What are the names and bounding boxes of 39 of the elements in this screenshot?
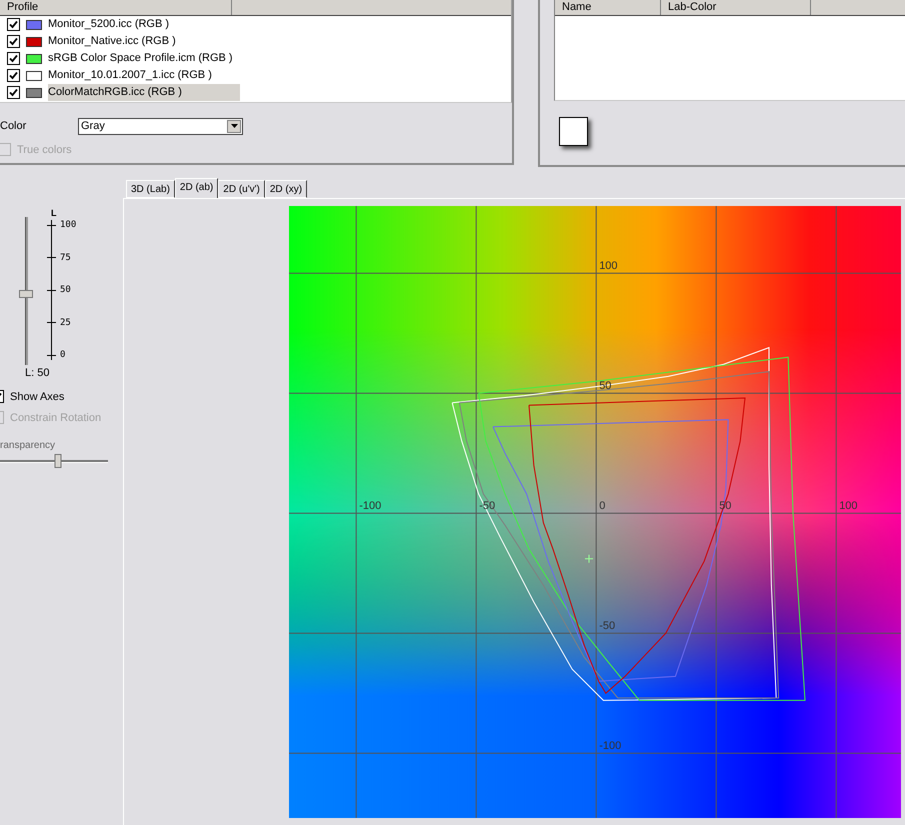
scale-label: 25 [60,318,71,328]
axis-tick-label: 100 [599,260,618,272]
axis-tick-label: 0 [599,500,606,512]
scale-label: 50 [60,285,71,295]
checkbox-label: Show Axes [10,390,64,402]
lightness-reading: L: 50 [25,367,50,379]
profile-name[interactable]: Monitor_Native.icc (RGB ) [48,33,240,50]
checkbox[interactable] [7,18,20,31]
checkbox-label: True colors [17,144,72,156]
transparency-label: ransparency [0,440,56,451]
view-tab[interactable]: 2D (u'v') [218,180,265,198]
color-dropdown[interactable]: Gray [78,118,243,134]
axis-tick-label: 100 [839,500,858,512]
profile-name[interactable]: ColorMatchRGB.icc (RGB ) [48,84,240,101]
checkbox-label: Constrain Rotation [10,412,102,424]
scale-label: 100 [60,220,76,230]
column-header[interactable]: Name [555,0,661,15]
axis-tick-label: -50 [599,620,616,632]
profile-name[interactable]: Monitor_5200.icc (RGB ) [48,16,240,33]
view-tab[interactable]: 2D (xy) [264,180,308,198]
checkbox[interactable] [7,35,20,48]
profile-name[interactable]: sRGB Color Space Profile.icm (RGB ) [48,50,240,67]
column-header[interactable]: Lab-Color [661,0,811,15]
scale-label: 75 [60,252,71,262]
color-preview-swatch[interactable] [559,117,588,146]
axis-tick-label: -100 [359,500,382,512]
slider-thumb[interactable] [54,454,62,468]
lightness-axis-label: L [51,208,58,218]
checkbox[interactable] [7,69,20,82]
axis-tick-label: -100 [599,740,622,752]
view-tab[interactable]: 3D (Lab) [126,180,175,198]
slider-thumb[interactable] [19,290,33,298]
checkbox[interactable] [7,86,20,99]
view-tab[interactable]: 2D (ab) [174,178,218,198]
color-label: Color [0,120,28,132]
scale-label: 0 [60,350,66,360]
profile-name[interactable]: Monitor_10.01.2007_1.icc (RGB ) [48,67,240,84]
checkbox[interactable] [7,52,20,65]
crosshair-icon [584,554,594,564]
